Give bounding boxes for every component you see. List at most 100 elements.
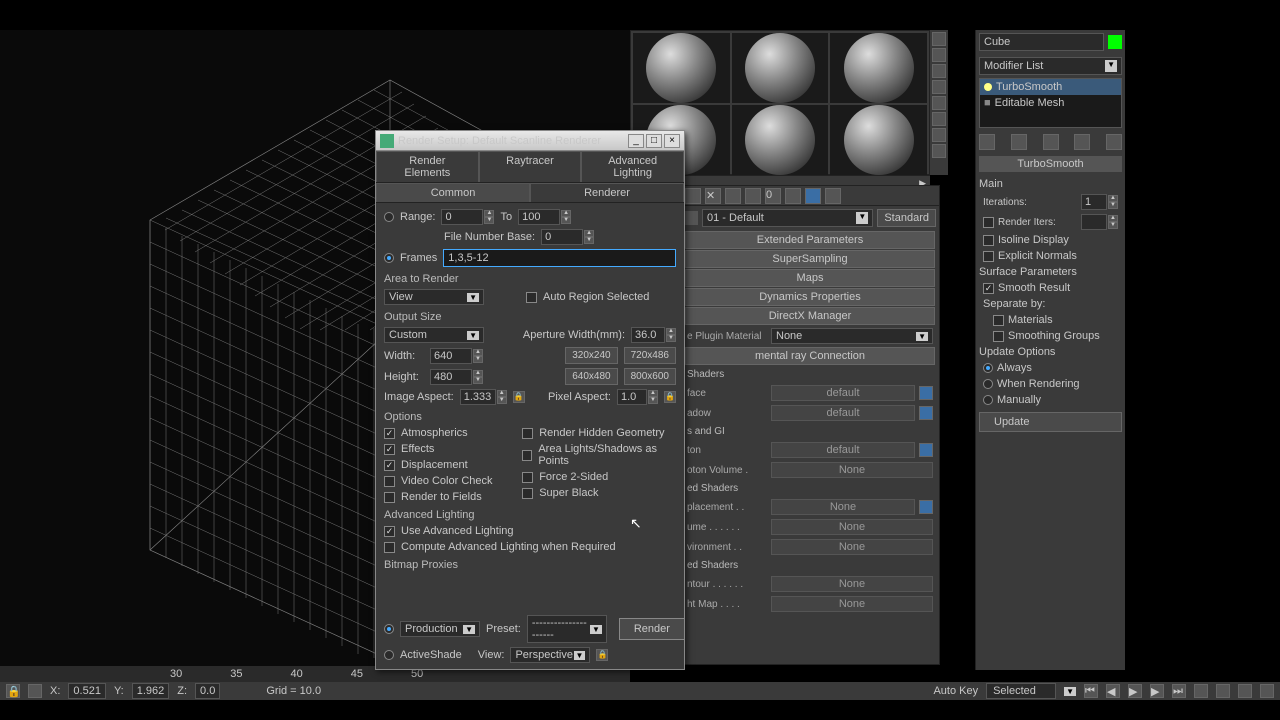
- view-lock-icon[interactable]: 🔒: [596, 649, 608, 661]
- mr-slot[interactable]: default: [771, 442, 915, 458]
- update-button[interactable]: Update: [979, 412, 1122, 432]
- explicit-normals-checkbox[interactable]: [983, 251, 994, 262]
- preset-720x486[interactable]: 720x486: [624, 347, 676, 364]
- material-type-button[interactable]: Standard: [877, 209, 936, 227]
- configure-icon[interactable]: [1106, 134, 1122, 150]
- preset-800x600[interactable]: 800x600: [624, 368, 676, 385]
- stack-item-turbosmooth[interactable]: TurboSmooth: [980, 79, 1121, 95]
- sep-materials-checkbox[interactable]: [993, 315, 1004, 326]
- goto-start-icon[interactable]: ⏮: [1084, 684, 1098, 698]
- minimize-button[interactable]: _: [628, 134, 644, 148]
- output-size-dropdown[interactable]: Custom▼: [384, 327, 484, 343]
- show-map-icon[interactable]: [825, 188, 841, 204]
- option-checkbox[interactable]: [384, 444, 395, 455]
- mr-slot[interactable]: None: [771, 462, 933, 478]
- preset-640x480[interactable]: 640x480: [565, 368, 617, 385]
- filebase-field[interactable]: ▲▼: [541, 229, 594, 245]
- video-check-icon[interactable]: [932, 96, 946, 110]
- show-end-icon[interactable]: [1011, 134, 1027, 150]
- option-checkbox[interactable]: [522, 428, 533, 439]
- range-radio[interactable]: [384, 212, 394, 222]
- range-to-field[interactable]: ▲▼: [518, 209, 571, 225]
- play-icon[interactable]: ▶: [1128, 684, 1142, 698]
- axis-icon[interactable]: [28, 684, 42, 698]
- update-always-radio[interactable]: [983, 363, 993, 373]
- material-slot[interactable]: [732, 105, 829, 175]
- option-checkbox[interactable]: [522, 488, 533, 499]
- bulb-icon[interactable]: [984, 83, 992, 91]
- rollout-supersampling[interactable]: SuperSampling: [685, 250, 935, 268]
- material-slot[interactable]: [633, 33, 730, 103]
- mr-slot[interactable]: None: [771, 519, 933, 535]
- object-name-field[interactable]: Cube: [979, 33, 1104, 51]
- rollout-turbosmooth[interactable]: TurboSmooth: [979, 156, 1122, 172]
- make-unique-icon[interactable]: [1043, 134, 1059, 150]
- dialog-titlebar[interactable]: Render Setup: Default Scanline Renderer …: [376, 131, 684, 151]
- render-iters-field[interactable]: ▲▼: [1081, 214, 1118, 230]
- sample-type-icon[interactable]: [932, 32, 946, 46]
- update-manual-radio[interactable]: [983, 395, 993, 405]
- pick-material-icon[interactable]: [684, 211, 698, 225]
- rollout-mental-ray[interactable]: mental ray Connection: [685, 347, 935, 365]
- object-color-swatch[interactable]: [1108, 35, 1122, 49]
- put-to-scene-icon[interactable]: ✕: [705, 188, 721, 204]
- zoom-icon[interactable]: [1194, 684, 1208, 698]
- modifier-list-dropdown[interactable]: Modifier List▼: [979, 57, 1122, 75]
- rollout-dynamics[interactable]: Dynamics Properties: [685, 288, 935, 306]
- key-filter-dropdown[interactable]: Selected: [986, 683, 1056, 699]
- production-dropdown[interactable]: Production▼: [400, 621, 480, 637]
- activeshade-radio[interactable]: [384, 650, 394, 660]
- range-from-field[interactable]: ▲▼: [441, 209, 494, 225]
- maximize-button[interactable]: □: [646, 134, 662, 148]
- mr-toggle-icon[interactable]: [919, 386, 933, 400]
- sep-smoothing-checkbox[interactable]: [993, 331, 1004, 342]
- tab-render-elements[interactable]: Render Elements: [376, 151, 479, 182]
- next-frame-icon[interactable]: ▶: [1150, 684, 1164, 698]
- smooth-result-checkbox[interactable]: [983, 283, 994, 294]
- z-coord[interactable]: 0.0: [195, 683, 220, 699]
- goto-end-icon[interactable]: ⏭: [1172, 684, 1186, 698]
- get-material-icon[interactable]: [685, 188, 701, 204]
- render-button[interactable]: Render: [619, 618, 685, 640]
- mr-slot[interactable]: default: [771, 385, 915, 401]
- tab-advanced-lighting[interactable]: Advanced Lighting: [581, 151, 684, 182]
- pixel-lock-icon[interactable]: 🔒: [664, 391, 676, 403]
- orbit-icon[interactable]: [1238, 684, 1252, 698]
- x-coord[interactable]: 0.521: [68, 683, 106, 699]
- background-icon[interactable]: [932, 64, 946, 78]
- mr-toggle-icon[interactable]: [919, 443, 933, 457]
- option-checkbox[interactable]: [384, 428, 395, 439]
- isoline-checkbox[interactable]: [983, 235, 994, 246]
- frames-radio[interactable]: [384, 253, 394, 263]
- material-name-dropdown[interactable]: 01 - Default▼: [702, 209, 873, 227]
- area-dropdown[interactable]: View▼: [384, 289, 484, 305]
- aspect-lock-icon[interactable]: 🔒: [513, 391, 525, 403]
- rollout-maps[interactable]: Maps: [685, 269, 935, 287]
- maximize-viewport-icon[interactable]: [1260, 684, 1274, 698]
- iterations-field[interactable]: ▲▼: [1081, 194, 1118, 210]
- material-slot[interactable]: [830, 105, 927, 175]
- image-aspect-field[interactable]: ▲▼: [460, 389, 507, 405]
- mr-slot[interactable]: None: [771, 576, 933, 592]
- options-icon[interactable]: [932, 128, 946, 142]
- pin-stack-icon[interactable]: [979, 134, 995, 150]
- option-checkbox[interactable]: [522, 472, 533, 483]
- render-iters-checkbox[interactable]: [983, 217, 994, 228]
- frames-input[interactable]: 1,3,5-12: [443, 249, 676, 267]
- compute-adv-lighting-checkbox[interactable]: [384, 542, 395, 553]
- use-adv-lighting-checkbox[interactable]: [384, 526, 395, 537]
- preview-icon[interactable]: [932, 112, 946, 126]
- mr-toggle-icon[interactable]: [919, 406, 933, 420]
- aperture-field[interactable]: ▲▼: [631, 327, 676, 343]
- preset-320x240[interactable]: 320x240: [565, 347, 617, 364]
- option-checkbox[interactable]: [384, 476, 395, 487]
- mr-slot[interactable]: None: [771, 539, 933, 555]
- make-unique-icon[interactable]: [785, 188, 801, 204]
- remove-mod-icon[interactable]: [1074, 134, 1090, 150]
- assign-icon[interactable]: [725, 188, 741, 204]
- put-library-icon[interactable]: [805, 188, 821, 204]
- preset-dropdown[interactable]: ---------------------▼: [527, 615, 607, 643]
- rollout-directx[interactable]: DirectX Manager: [685, 307, 935, 325]
- modifier-stack[interactable]: TurboSmooth ■Editable Mesh: [979, 78, 1122, 128]
- width-field[interactable]: ▲▼: [430, 348, 483, 364]
